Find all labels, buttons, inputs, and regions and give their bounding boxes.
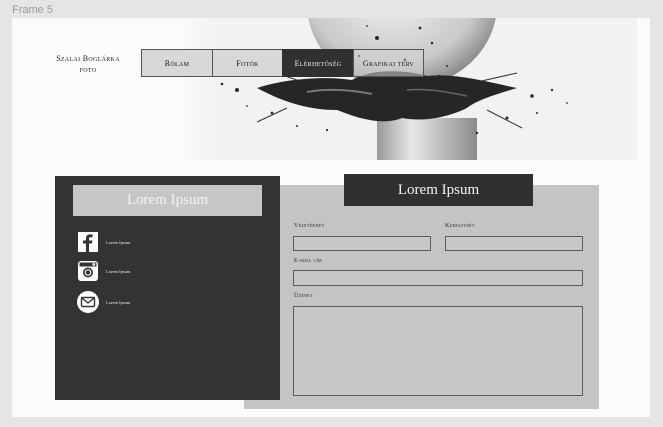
lastname-input[interactable] bbox=[293, 236, 431, 251]
message-label: Üzenet bbox=[294, 293, 313, 299]
mail-icon bbox=[77, 291, 99, 313]
email-input[interactable] bbox=[293, 270, 583, 286]
nav-item-grafikai-terv[interactable]: Grafikai terv bbox=[353, 49, 424, 77]
firstname-label: Keresztnév bbox=[445, 223, 476, 229]
nav-item-rolam[interactable]: Rólam bbox=[141, 49, 213, 77]
brand-subtitle: foto bbox=[79, 65, 97, 74]
brand-logo[interactable]: Szalai Boglárka foto bbox=[48, 53, 128, 75]
contact-form-title: Lorem Ipsum bbox=[344, 174, 533, 206]
social-label: Lorem Ipsum bbox=[106, 268, 131, 274]
email-label: E-mail cím bbox=[294, 258, 322, 264]
page-frame: Szalai Boglárka foto Rólam Fotók Elérhet… bbox=[12, 18, 650, 417]
contact-info-panel: Lorem Ipsum Lorem Ipsum Lorem Ipsum Lore… bbox=[55, 176, 280, 400]
social-item-mail[interactable]: Lorem Ipsum bbox=[77, 291, 130, 313]
social-item-instagram[interactable]: Lorem Ipsum bbox=[77, 260, 130, 282]
message-textarea[interactable] bbox=[293, 306, 583, 396]
social-label: Lorem Ipsum bbox=[106, 239, 131, 245]
brand-name: Szalai Boglárka bbox=[56, 54, 120, 63]
lastname-label: Vezetéknév bbox=[294, 223, 325, 229]
contact-info-title: Lorem Ipsum bbox=[73, 185, 262, 216]
firstname-input[interactable] bbox=[445, 236, 583, 251]
nav-item-fotok[interactable]: Fotók bbox=[212, 49, 283, 77]
social-item-facebook[interactable]: Lorem Ipsum bbox=[77, 231, 130, 253]
hero-image bbox=[177, 18, 637, 160]
instagram-icon bbox=[77, 260, 99, 282]
facebook-icon bbox=[77, 231, 99, 253]
frame-label: Frame 5 bbox=[12, 4, 53, 16]
social-label: Lorem Ipsum bbox=[106, 299, 131, 305]
main-nav: Rólam Fotók Elérhetőség Grafikai terv bbox=[141, 49, 424, 77]
nav-item-elerhetoseg[interactable]: Elérhetőség bbox=[282, 49, 354, 77]
